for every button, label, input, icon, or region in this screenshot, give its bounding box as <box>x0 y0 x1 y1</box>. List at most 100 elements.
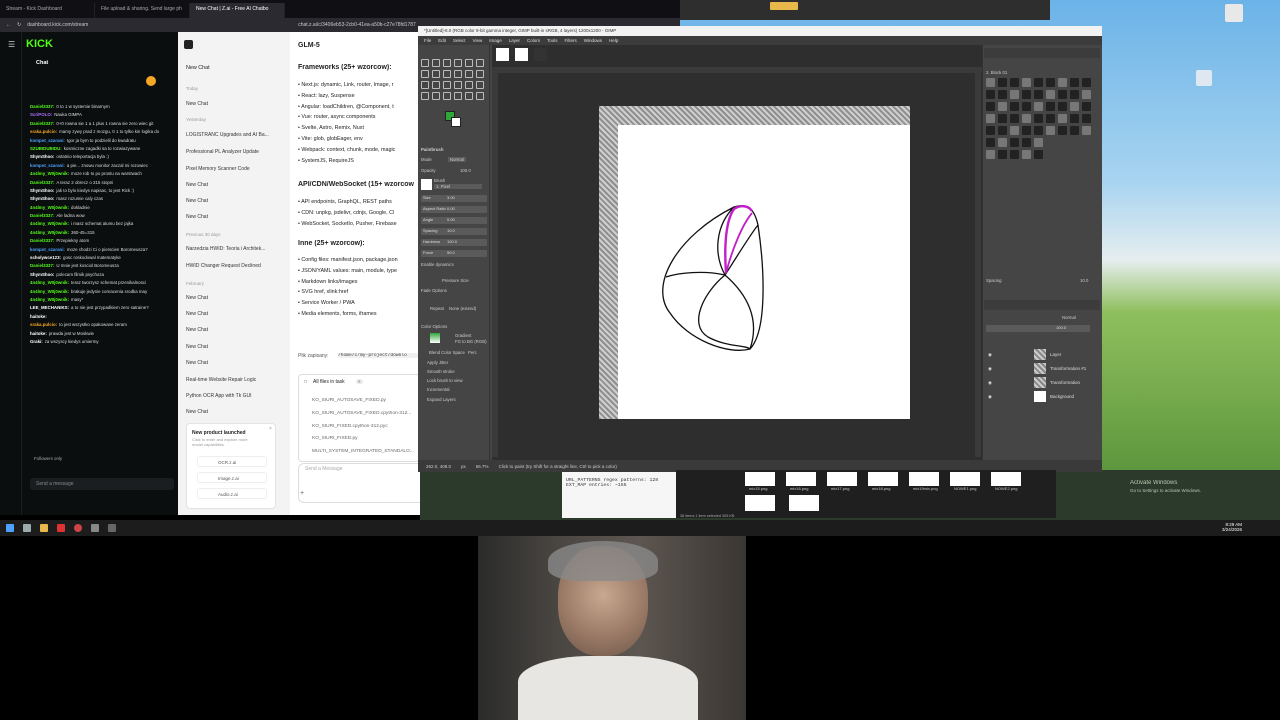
smooth-stroke-checkbox[interactable]: Smooth stroke <box>427 369 455 374</box>
tool-icon[interactable] <box>476 92 484 100</box>
tool-icon[interactable] <box>465 59 473 67</box>
menu-tools[interactable]: Tools <box>547 38 558 43</box>
chat-username[interactable]: ShymShoo: <box>30 154 54 159</box>
file-explorer-icon[interactable] <box>40 524 48 532</box>
layer-row[interactable]: ◉ Transformation <box>986 376 1100 389</box>
file-item[interactable]: KO_SIURI_FIXED.py <box>312 436 420 441</box>
apply-jitter-checkbox[interactable]: Apply Jitter <box>427 360 448 365</box>
eye-icon[interactable]: ◉ <box>988 380 992 386</box>
slider-value[interactable]: 0.00 <box>447 206 455 211</box>
close-icon[interactable]: × <box>269 426 272 432</box>
tool-icon[interactable] <box>454 92 462 100</box>
desktop-file-icon[interactable] <box>1225 4 1243 22</box>
file-thumbnail[interactable] <box>786 472 816 486</box>
tool-icon[interactable] <box>454 81 462 89</box>
tool-slider[interactable]: Angle 0.00 <box>421 217 487 224</box>
brush-preset-icon[interactable] <box>998 102 1007 111</box>
tab-file-upload[interactable]: File upload & sharing. Send large ph <box>95 3 190 18</box>
unit-select[interactable]: px <box>461 464 466 469</box>
brush-preset-icon[interactable] <box>986 90 995 99</box>
file-thumbnail[interactable] <box>827 472 857 486</box>
opacity-value[interactable]: 100.0 <box>460 168 471 173</box>
tool-icon[interactable] <box>443 59 451 67</box>
chat-username[interactable]: LEE_MECHANIKS: <box>30 305 69 310</box>
sidebar-chat-item[interactable]: New Chat <box>186 344 286 350</box>
tool-icon[interactable] <box>465 92 473 100</box>
file-thumbnail[interactable] <box>909 472 939 486</box>
chat-username[interactable]: 4n4lmy_W0j0wnik: <box>30 297 69 302</box>
brush-preset-icon[interactable] <box>1022 126 1031 135</box>
brush-preset-icon[interactable] <box>1070 102 1079 111</box>
brush-preset-icon[interactable] <box>998 114 1007 123</box>
file-item[interactable]: MULTI_SYSTEM_INTEGRATED_STANDALO... <box>312 449 420 454</box>
chat-username[interactable]: scholywce123: <box>30 255 61 260</box>
image-tab-1[interactable] <box>496 48 509 61</box>
sidebar-chat-item[interactable]: New Chat <box>186 360 286 366</box>
chat-username[interactable]: haitoke: <box>30 331 47 336</box>
brush-preset-icon[interactable] <box>998 150 1007 159</box>
file-thumbnail[interactable] <box>745 472 775 486</box>
brush-preset-icon[interactable] <box>986 138 995 147</box>
menu-colors[interactable]: Colors <box>527 38 540 43</box>
brush-preset-icon[interactable] <box>1034 150 1043 159</box>
ruler-vertical[interactable] <box>492 73 498 457</box>
chat-username[interactable]: sraka.pulcio: <box>30 129 57 134</box>
file-item[interactable]: KO_SIURI_AUTOSAVE_FIXED.cpython-312... <box>312 411 420 416</box>
brush-preset-icon[interactable] <box>1010 126 1019 135</box>
tool-icon[interactable] <box>476 70 484 78</box>
brush-preset-icon[interactable] <box>998 78 1007 87</box>
menu-edit[interactable]: Edit <box>438 38 446 43</box>
slider-value[interactable]: 3.00 <box>447 195 455 200</box>
image-tab-3[interactable] <box>534 48 547 61</box>
start-icon[interactable] <box>6 524 14 532</box>
file-thumbnail[interactable] <box>991 472 1021 486</box>
tool-icon[interactable] <box>432 70 440 78</box>
tool-slider[interactable]: Spacing 10.0 <box>421 228 487 235</box>
menu-filters[interactable]: Filters <box>565 38 577 43</box>
brush-preset-icon[interactable] <box>1034 90 1043 99</box>
model-name[interactable]: GLM-5 <box>298 42 320 49</box>
brush-preset-icon[interactable] <box>1070 78 1079 87</box>
chat-username[interactable]: 4n4lmy_W0j0wnik: <box>30 289 69 294</box>
brush-preset-icon[interactable] <box>1082 114 1091 123</box>
menu-file[interactable]: File <box>424 38 431 43</box>
slider-value[interactable]: 100.0 <box>447 239 457 244</box>
menu-image[interactable]: Image <box>489 38 502 43</box>
chat-username[interactable]: ShymShoo: <box>30 188 54 193</box>
sidebar-chat-item[interactable]: Pixel Memory Scanner Code <box>186 166 286 172</box>
brush-preset-icon[interactable] <box>1022 150 1031 159</box>
chat-username[interactable]: kompot_szarani: <box>30 138 65 143</box>
brush-preset-icon[interactable] <box>986 102 995 111</box>
slider-value[interactable]: 0.00 <box>447 217 455 222</box>
tab-kick[interactable]: Stream - Kick Dashboard <box>0 3 95 18</box>
chat-username[interactable]: SZUBIDUBIDU: <box>30 146 62 151</box>
dynamics-checkbox[interactable]: Enable dynamics <box>421 262 454 267</box>
chat-send-input[interactable]: Send a message <box>30 478 174 490</box>
tool-icon[interactable] <box>476 81 484 89</box>
tool-icon[interactable] <box>421 70 429 78</box>
sidebar-chat-item[interactable]: New Chat <box>186 101 286 107</box>
tool-slider[interactable]: Size 3.00 <box>421 195 487 202</box>
sidebar-chat-item[interactable]: New Chat <box>186 182 286 188</box>
file-thumbnail[interactable] <box>789 495 819 511</box>
fade-options[interactable]: Fade Options <box>421 288 447 293</box>
chat-username[interactable]: 4n4lmy_W0j0wnik: <box>30 171 69 176</box>
drawing[interactable] <box>618 125 910 419</box>
tool-icon[interactable] <box>465 70 473 78</box>
sidebar-chat-item[interactable]: New Chat <box>186 311 286 317</box>
kick-url[interactable]: dashboard.kick.com/stream <box>27 22 187 28</box>
tool-icon[interactable] <box>443 81 451 89</box>
sidebar-chat-item[interactable]: New Chat <box>186 214 286 220</box>
brush-preset-icon[interactable] <box>1070 114 1079 123</box>
brush-preset-icon[interactable] <box>1082 90 1091 99</box>
scrollbar-vertical[interactable] <box>975 67 981 457</box>
brush-preset-icon[interactable] <box>1058 126 1067 135</box>
brush-preset-icon[interactable] <box>998 126 1007 135</box>
brush-preset-icon[interactable] <box>1022 78 1031 87</box>
slider-value[interactable]: 50.0 <box>447 250 455 255</box>
file-thumbnail[interactable] <box>868 472 898 486</box>
tool-icon[interactable] <box>421 92 429 100</box>
zoom-select[interactable]: 66.7% <box>476 464 489 469</box>
chat-username[interactable]: kompot_szarani: <box>30 163 65 168</box>
file-name[interactable]: NOWE1.png <box>954 486 976 491</box>
